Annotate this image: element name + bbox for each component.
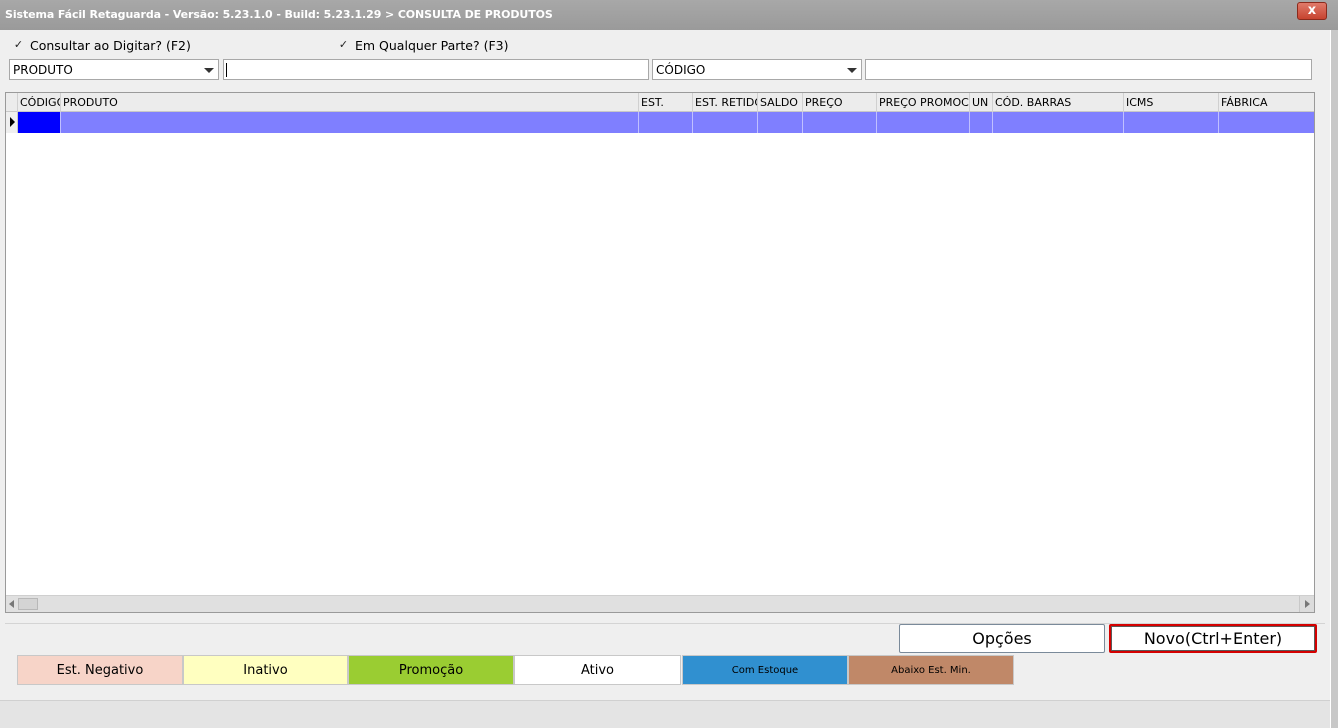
column-header-icms[interactable]: ICMS — [1124, 93, 1219, 112]
column-header-preco-promocional[interactable]: PREÇO PROMOCIONAL — [877, 93, 970, 112]
column-header-saldo[interactable]: SALDO — [758, 93, 803, 112]
search-input[interactable] — [223, 59, 649, 80]
cell-cod-barras[interactable] — [993, 112, 1124, 133]
column-header-fabrica[interactable]: FÁBRICA — [1219, 93, 1314, 112]
column-header-preco[interactable]: PREÇO — [803, 93, 877, 112]
cell-icms[interactable] — [1124, 112, 1219, 133]
products-grid[interactable]: CÓDIGO PRODUTO EST. EST. RETIDO SALDO PR… — [5, 92, 1315, 613]
column-header-un[interactable]: UN — [970, 93, 993, 112]
row-indicator — [6, 112, 18, 133]
legend-com-estoque: Com Estoque — [682, 655, 848, 685]
cell-preco-promocional[interactable] — [877, 112, 970, 133]
scroll-right-button[interactable] — [1299, 596, 1314, 612]
legend-est-negativo: Est. Negativo — [17, 655, 183, 685]
chevron-down-icon — [204, 68, 214, 73]
header-indicator — [6, 93, 18, 112]
cell-produto[interactable] — [61, 112, 639, 133]
cell-saldo[interactable] — [758, 112, 803, 133]
status-bar — [0, 700, 1330, 728]
scroll-left-icon[interactable] — [9, 600, 14, 608]
window-title: Sistema Fácil Retaguarda - Versão: 5.23.… — [5, 8, 553, 21]
search-field-value: PRODUTO — [13, 63, 73, 77]
check-icon: ✓ — [338, 38, 349, 51]
close-button[interactable]: x — [1297, 2, 1327, 20]
window-client: ✓ Consultar ao Digitar? (F2) ✓ Em Qualqu… — [0, 30, 1330, 728]
chevron-down-icon — [847, 68, 857, 73]
grid-header: CÓDIGO PRODUTO EST. EST. RETIDO SALDO PR… — [6, 93, 1314, 112]
text-caret — [226, 63, 227, 77]
secondary-field-select[interactable]: CÓDIGO — [652, 59, 862, 80]
column-header-est[interactable]: EST. — [639, 93, 693, 112]
secondary-search-input[interactable] — [865, 59, 1312, 80]
window-border — [1330, 30, 1338, 728]
legend-abaixo-est-min: Abaixo Est. Min. — [848, 655, 1014, 685]
column-header-codigo[interactable]: CÓDIGO — [18, 93, 61, 112]
current-row-arrow-icon — [10, 117, 15, 127]
scrollbar-thumb[interactable] — [18, 598, 38, 610]
legend-inativo: Inativo — [183, 655, 348, 685]
column-header-produto[interactable]: PRODUTO — [61, 93, 639, 112]
cell-codigo[interactable] — [18, 112, 61, 133]
legend-ativo: Ativo — [514, 655, 681, 685]
secondary-field-value: CÓDIGO — [656, 63, 706, 77]
table-row[interactable] — [6, 112, 1314, 133]
cell-est-retido[interactable] — [693, 112, 758, 133]
cell-est[interactable] — [639, 112, 693, 133]
novo-button[interactable]: Novo(Ctrl+Enter) — [1109, 624, 1317, 653]
scroll-right-icon — [1305, 600, 1310, 608]
legend-promocao: Promoção — [348, 655, 514, 685]
consultar-label: Consultar ao Digitar? (F2) — [30, 38, 191, 53]
horizontal-scrollbar[interactable] — [6, 595, 1314, 612]
title-bar: Sistema Fácil Retaguarda - Versão: 5.23.… — [0, 0, 1338, 30]
opcoes-button[interactable]: Opções — [899, 624, 1105, 653]
check-icon: ✓ — [13, 38, 24, 51]
qualquer-label: Em Qualquer Parte? (F3) — [355, 38, 509, 53]
em-qualquer-parte-checkbox[interactable]: ✓ Em Qualquer Parte? (F3) — [337, 38, 509, 53]
cell-un[interactable] — [970, 112, 993, 133]
column-header-est-retido[interactable]: EST. RETIDO — [693, 93, 758, 112]
consultar-ao-digitar-checkbox[interactable]: ✓ Consultar ao Digitar? (F2) — [12, 38, 191, 53]
cell-preco[interactable] — [803, 112, 877, 133]
column-header-cod-barras[interactable]: CÓD. BARRAS — [993, 93, 1124, 112]
search-field-select[interactable]: PRODUTO — [9, 59, 219, 80]
cell-fabrica[interactable] — [1219, 112, 1314, 133]
